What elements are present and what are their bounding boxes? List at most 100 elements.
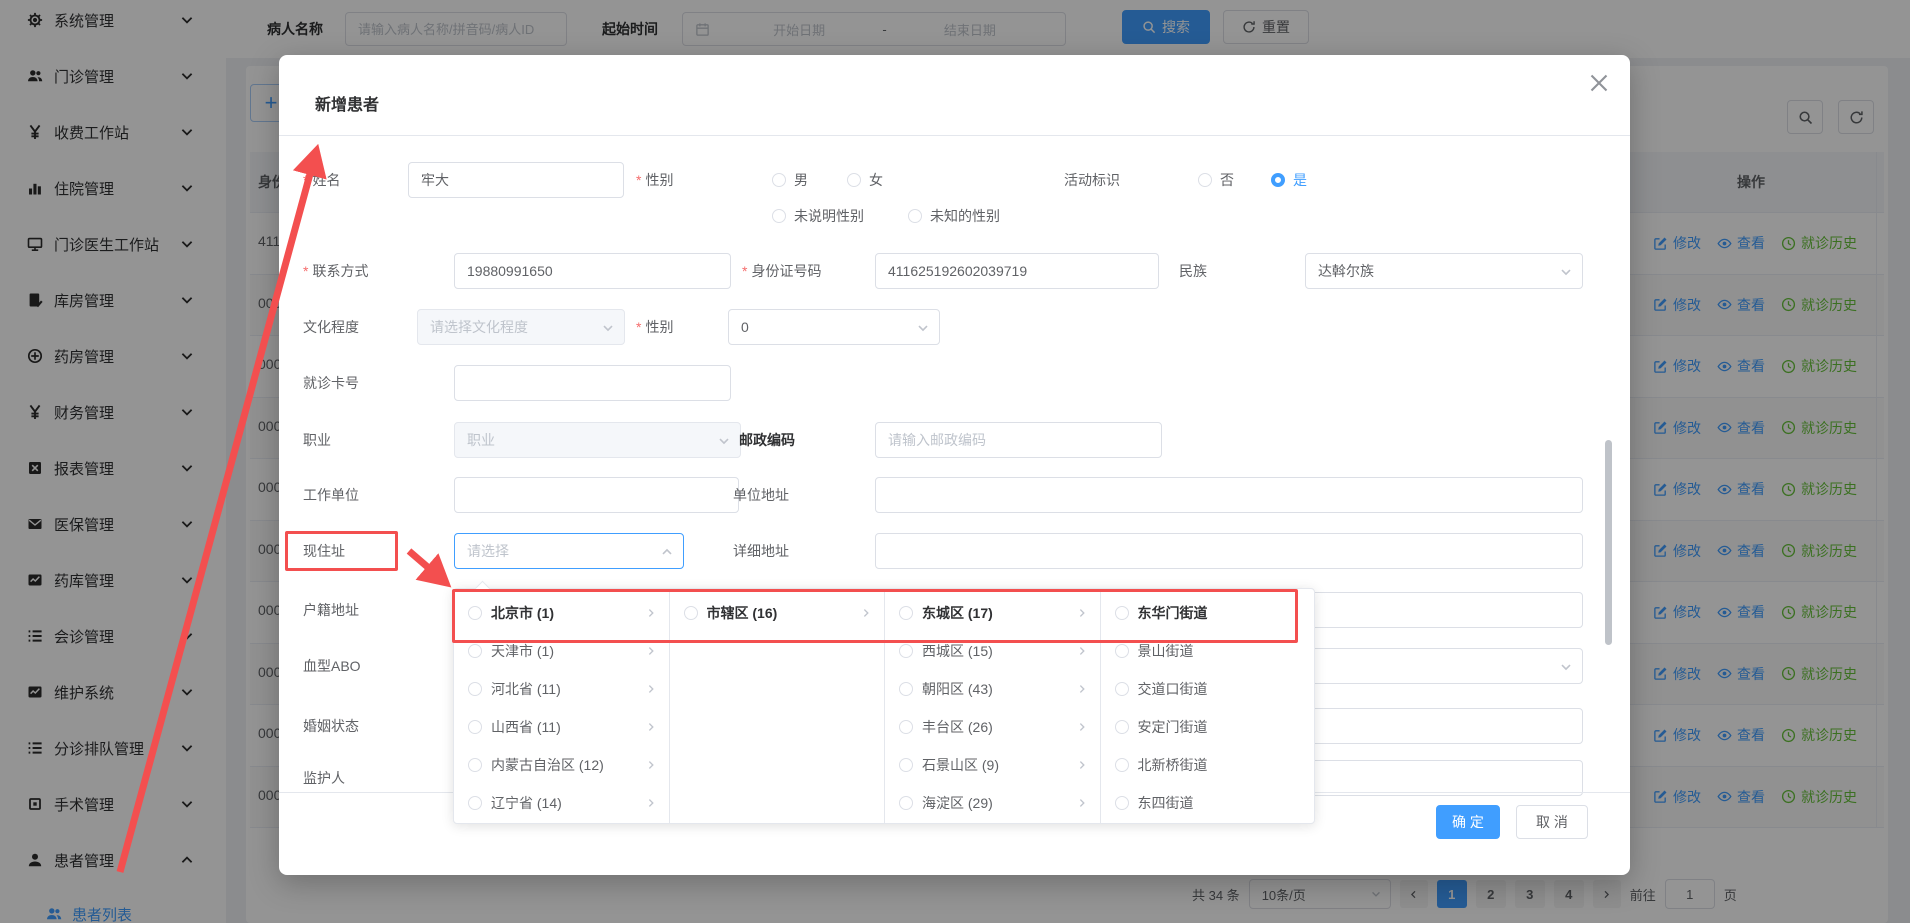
occupation-label: 职业 xyxy=(303,430,331,450)
cascader-column-4: 东华门街道景山街道交道口街道安定门街道北新桥街道东四街道 xyxy=(1101,589,1316,823)
chevron-right-icon xyxy=(645,759,657,771)
cascader-option[interactable]: 内蒙古自治区 (12) xyxy=(454,746,669,784)
visit-card-input[interactable] xyxy=(454,365,731,401)
cascader-option-label: 市辖区 (16) xyxy=(707,603,778,623)
gender-radio-unexplained[interactable]: 未说明性别 xyxy=(772,206,864,226)
occupation-select[interactable]: 职业 xyxy=(454,422,741,458)
id-number-input[interactable] xyxy=(875,253,1159,289)
cascader-option[interactable]: 景山街道 xyxy=(1101,632,1316,670)
chevron-right-icon xyxy=(645,683,657,695)
cascader-option-label: 山西省 (11) xyxy=(491,717,561,737)
cascader-option-label: 北京市 (1) xyxy=(491,603,554,623)
cascader-option[interactable]: 安定门街道 xyxy=(1101,708,1316,746)
close-icon[interactable] xyxy=(1587,71,1611,95)
cascader-option-label: 辽宁省 (14) xyxy=(491,793,562,813)
radio-icon xyxy=(684,606,698,620)
cascader-option[interactable]: 东华门街道 xyxy=(1101,594,1316,632)
cascader-column-2: 市辖区 (16) xyxy=(670,589,886,823)
cascader-option[interactable]: 北新桥街道 xyxy=(1101,746,1316,784)
cascader-option[interactable]: 北京市 (1) xyxy=(454,594,669,632)
cascader-column-3: 东城区 (17) 西城区 (15) 朝阳区 (43)丰台区 (26) 石景山区 (9)… xyxy=(885,589,1101,823)
gender-label: *性别 xyxy=(636,170,673,190)
cancel-button[interactable]: 取 消 xyxy=(1516,805,1588,839)
cascader-option-label: 天津市 (1) xyxy=(491,641,554,661)
cascader-option[interactable]: 丰台区 (26) xyxy=(885,708,1100,746)
radio-icon xyxy=(899,644,913,658)
confirm-button[interactable]: 确 定 xyxy=(1436,805,1500,839)
cascader-option-label: 东四街道 xyxy=(1138,793,1194,813)
gender-code-select[interactable]: 0 xyxy=(728,309,940,345)
cascader-option-label: 西城区 (15) xyxy=(922,641,993,661)
modal-header-divider xyxy=(279,135,1630,136)
cascader-option[interactable]: 石景山区 (9) xyxy=(885,746,1100,784)
address-cascader-dropdown: 北京市 (1) 天津市 (1) 河北省 (11) 山西省 (11) 内蒙古自治区 (12… xyxy=(453,588,1315,824)
chevron-right-icon xyxy=(1076,607,1088,619)
radio-icon xyxy=(1115,796,1129,810)
cascader-option[interactable]: 山西省 (11) xyxy=(454,708,669,746)
cascader-option-label: 海淀区 (29) xyxy=(922,793,993,813)
radio-icon xyxy=(468,682,482,696)
radio-icon xyxy=(1115,720,1129,734)
chevron-right-icon xyxy=(645,607,657,619)
chevron-down-icon xyxy=(1559,265,1573,279)
name-label: *姓名 xyxy=(303,170,340,190)
radio-icon xyxy=(899,682,913,696)
work-unit-input[interactable] xyxy=(454,477,739,513)
radio-icon xyxy=(1115,682,1129,696)
chevron-right-icon xyxy=(1076,683,1088,695)
active-flag-radio-no[interactable]: 否 xyxy=(1198,170,1234,190)
radio-icon xyxy=(1115,644,1129,658)
name-input[interactable] xyxy=(408,162,624,198)
radio-icon xyxy=(899,796,913,810)
marital-status-label: 婚姻状态 xyxy=(303,716,359,736)
nation-label: 民族 xyxy=(1179,261,1207,281)
guardian-label: 监护人 xyxy=(303,768,345,788)
radio-icon xyxy=(468,720,482,734)
radio-icon xyxy=(1198,173,1212,187)
cascader-option-label: 石景山区 (9) xyxy=(922,755,999,775)
cascader-option-label: 景山街道 xyxy=(1138,641,1194,661)
postcode-label: 邮政编码 xyxy=(739,430,795,450)
chevron-right-icon xyxy=(1076,759,1088,771)
current-address-cascader[interactable]: 请选择 xyxy=(454,533,684,569)
cascader-option[interactable]: 东城区 (17) xyxy=(885,594,1100,632)
radio-icon xyxy=(468,644,482,658)
cascader-option[interactable]: 东四街道 xyxy=(1101,784,1316,822)
cascader-option[interactable]: 西城区 (15) xyxy=(885,632,1100,670)
household-address-label: 户籍地址 xyxy=(303,600,359,620)
education-select[interactable]: 请选择文化程度 xyxy=(417,309,625,345)
postcode-input[interactable] xyxy=(875,422,1162,458)
modal-scrollbar[interactable] xyxy=(1605,440,1612,645)
cascader-option[interactable]: 交道口街道 xyxy=(1101,670,1316,708)
cascader-option-label: 河北省 (11) xyxy=(491,679,561,699)
radio-icon xyxy=(772,209,786,223)
unit-address-label: 单位地址 xyxy=(733,485,789,505)
cascader-option[interactable]: 天津市 (1) xyxy=(454,632,669,670)
cascader-option[interactable]: 辽宁省 (14) xyxy=(454,784,669,822)
contact-input[interactable] xyxy=(454,253,731,289)
chevron-right-icon xyxy=(1076,797,1088,809)
cascader-column-1: 北京市 (1) 天津市 (1) 河北省 (11) 山西省 (11) 内蒙古自治区 (12… xyxy=(454,589,670,823)
radio-icon xyxy=(908,209,922,223)
detail-address-label: 详细地址 xyxy=(733,541,789,561)
unit-address-input[interactable] xyxy=(875,477,1583,513)
active-flag-label: 活动标识 xyxy=(1064,170,1120,190)
radio-icon xyxy=(899,758,913,772)
detail-address-input[interactable] xyxy=(875,533,1583,569)
gender-radio-unknown[interactable]: 未知的性别 xyxy=(908,206,1000,226)
radio-icon xyxy=(899,720,913,734)
cascader-option[interactable]: 海淀区 (29) xyxy=(885,784,1100,822)
nation-select[interactable]: 达斡尔族 xyxy=(1305,253,1583,289)
radio-icon xyxy=(468,796,482,810)
cascader-option[interactable]: 朝阳区 (43) xyxy=(885,670,1100,708)
current-address-label: 现住址 xyxy=(303,541,345,561)
modal-title: 新增患者 xyxy=(315,91,379,115)
cascader-option[interactable]: 市辖区 (16) xyxy=(670,594,885,632)
work-unit-label: 工作单位 xyxy=(303,485,359,505)
chevron-down-icon xyxy=(601,321,615,335)
gender-radio-male[interactable]: 男 xyxy=(772,170,808,190)
chevron-right-icon xyxy=(860,607,872,619)
cascader-option[interactable]: 河北省 (11) xyxy=(454,670,669,708)
gender-radio-female[interactable]: 女 xyxy=(847,170,883,190)
active-flag-radio-yes[interactable]: 是 xyxy=(1271,170,1307,190)
